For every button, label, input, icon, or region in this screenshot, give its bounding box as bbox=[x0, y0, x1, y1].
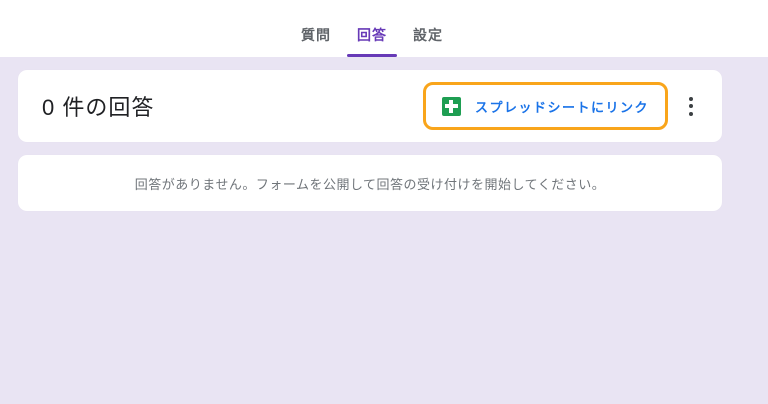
kebab-dot bbox=[689, 111, 693, 116]
tab-bar: 質問 回答 設定 bbox=[0, 0, 768, 57]
responses-card-actions: スプレッドシートにリンク bbox=[422, 82, 708, 130]
sheets-icon bbox=[441, 96, 461, 116]
no-responses-card: 回答がありません。フォームを公開して回答の受け付けを開始してください。 bbox=[18, 155, 722, 211]
tab-questions[interactable]: 質問 bbox=[291, 25, 341, 57]
no-responses-message: 回答がありません。フォームを公開して回答の受け付けを開始してください。 bbox=[134, 176, 606, 192]
responses-summary-card: 0 件の回答 スプレッドシートにリンク bbox=[18, 70, 722, 142]
kebab-dot bbox=[689, 104, 693, 108]
kebab-menu-icon[interactable] bbox=[674, 89, 708, 123]
kebab-dot bbox=[689, 96, 693, 101]
link-to-sheets-button[interactable]: スプレッドシートにリンク bbox=[422, 82, 668, 130]
tab-strip: 質問 回答 設定 bbox=[291, 25, 453, 57]
tab-settings[interactable]: 設定 bbox=[403, 25, 453, 57]
responses-count-title: 0 件の回答 bbox=[42, 95, 155, 120]
link-to-sheets-label: スプレッドシートにリンク bbox=[474, 99, 649, 115]
responses-panel: 0 件の回答 スプレッドシートにリンク 回答がありません。フォームを公開して回答… bbox=[0, 57, 768, 211]
tab-responses[interactable]: 回答 bbox=[347, 25, 397, 57]
